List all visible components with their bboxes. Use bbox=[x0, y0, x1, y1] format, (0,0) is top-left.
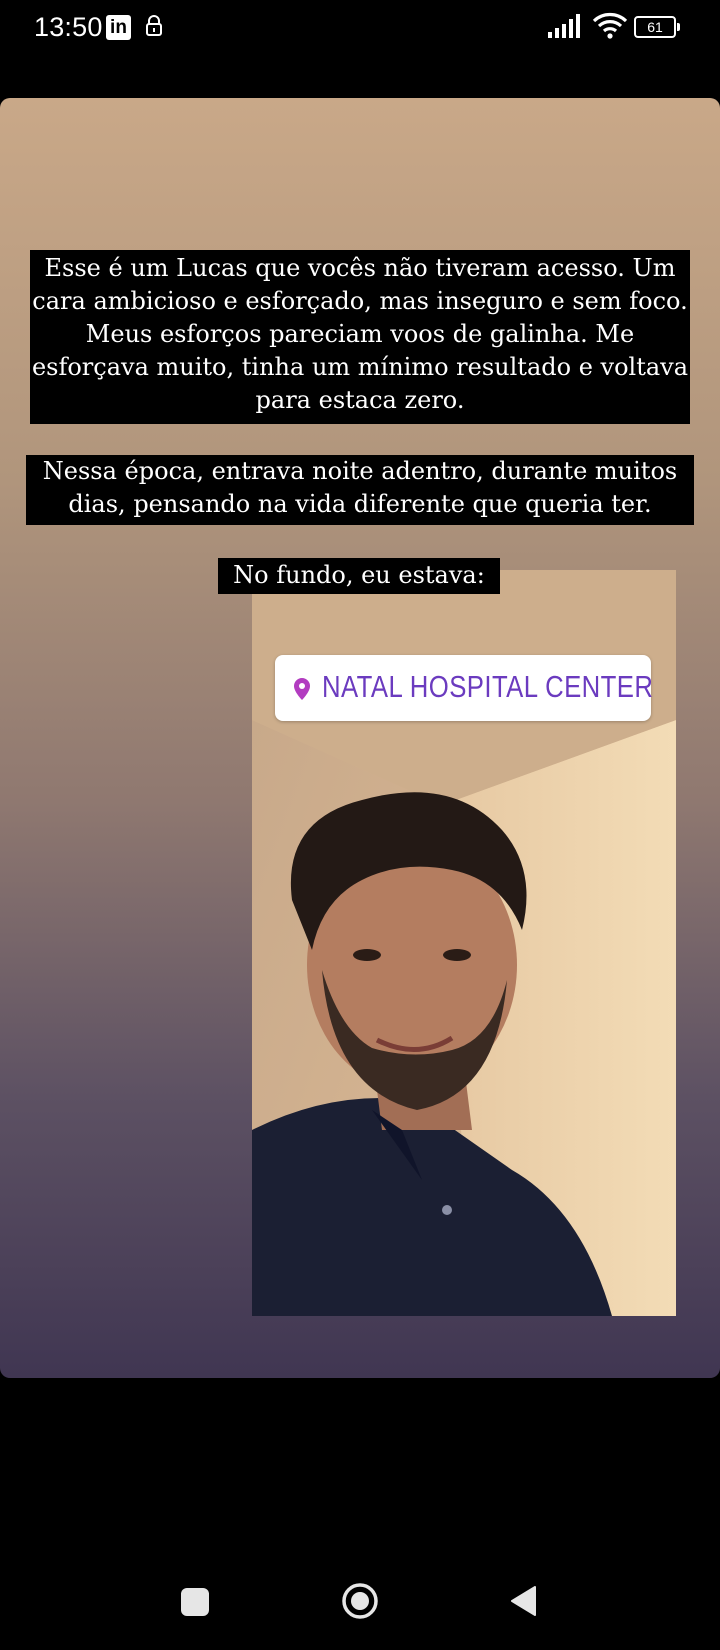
story-photo: NATAL HOSPITAL CENTER bbox=[252, 570, 676, 1316]
linkedin-icon: in bbox=[106, 15, 131, 40]
story-caption-3: No fundo, eu estava: bbox=[218, 558, 500, 594]
battery-icon: 61 bbox=[634, 16, 680, 38]
status-time: 13:50 bbox=[34, 12, 103, 42]
lock-icon bbox=[146, 15, 162, 36]
story-caption-1: Esse é um Lucas que vocês não tiveram ac… bbox=[30, 250, 690, 424]
battery-level: 61 bbox=[647, 19, 663, 35]
location-sticker-label: NATAL HOSPITAL CENTER bbox=[322, 669, 654, 704]
navigation-bar bbox=[0, 1560, 720, 1650]
status-bar: 13:50 in 61 bbox=[0, 0, 720, 56]
story-caption-2: Nessa época, entrava noite adentro, dura… bbox=[26, 455, 694, 525]
location-sticker[interactable]: NATAL HOSPITAL CENTER bbox=[275, 655, 654, 721]
home-icon[interactable] bbox=[341, 1582, 379, 1620]
back-icon[interactable] bbox=[508, 1584, 538, 1618]
story-card[interactable]: Esse é um Lucas que vocês não tiveram ac… bbox=[0, 98, 720, 1378]
wifi-icon bbox=[592, 13, 628, 39]
recents-icon[interactable] bbox=[181, 1588, 209, 1616]
signal-icon bbox=[548, 14, 580, 38]
location-pin-icon bbox=[294, 678, 310, 700]
